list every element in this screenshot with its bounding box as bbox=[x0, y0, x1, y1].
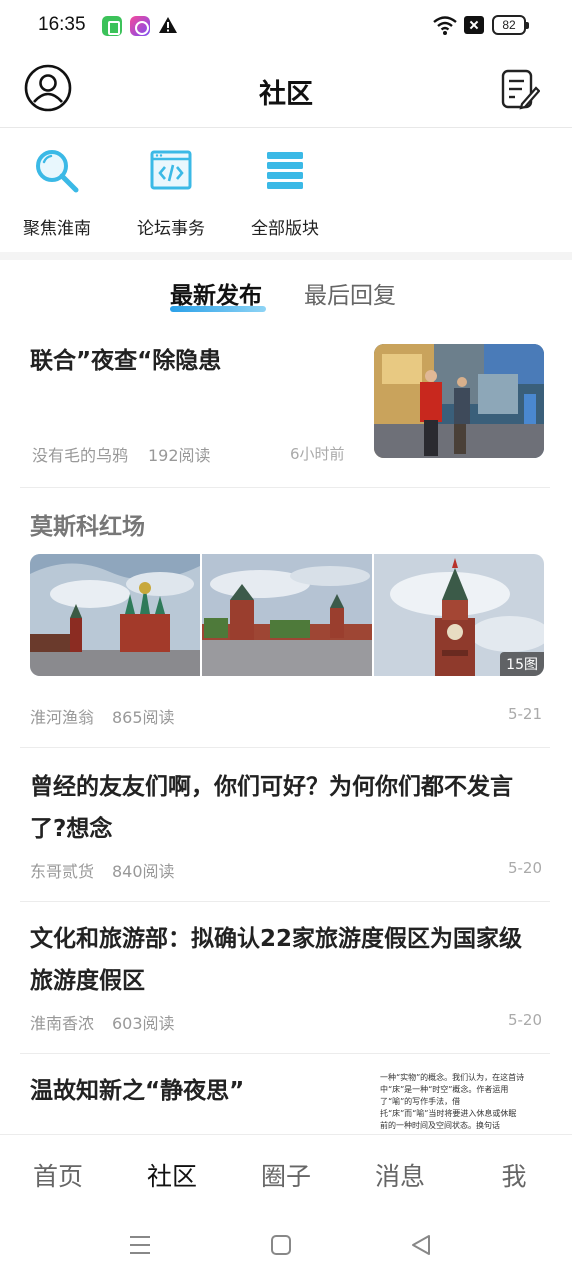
nav-me[interactable]: 我 bbox=[474, 1157, 554, 1193]
search-icon bbox=[36, 150, 79, 193]
post-title: 联合”夜查“除隐患 bbox=[30, 348, 222, 374]
post-item[interactable]: 温故知新之“静夜思” 一种“实物”的概念。我们认为，在这首诗 中“床”是一种“时… bbox=[20, 1054, 550, 1134]
post-item[interactable]: 莫斯科红场 15图 淮河渔翁 865阅读 5-21 bbox=[20, 488, 550, 748]
system-navigation-bar bbox=[0, 1214, 572, 1280]
battery-icon: 82 bbox=[492, 15, 529, 35]
shortcut-forum-affairs[interactable]: 论坛事务 bbox=[116, 128, 226, 248]
snippet-line: 中“床”是一种“时空”概念。作者运用 bbox=[380, 1085, 509, 1094]
page-title: 社区 bbox=[259, 79, 313, 110]
section-divider bbox=[0, 252, 572, 260]
snippet-line: 托“床”而“喻”当时将要进入休息或休眠 bbox=[380, 1109, 517, 1118]
gallery-images bbox=[30, 554, 544, 676]
post-text-thumbnail: 一种“实物”的概念。我们认为，在这首诗 中“床”是一种“时空”概念。作者运用 了… bbox=[380, 1072, 544, 1134]
post-item[interactable]: 文化和旅游部：拟确认22家旅游度假区为国家级旅游度假区 淮南香浓 603阅读 5… bbox=[20, 902, 550, 1054]
code-window-icon bbox=[150, 150, 192, 190]
post-read-count: 192阅读 bbox=[148, 446, 211, 465]
app-header: 社区 bbox=[0, 52, 572, 128]
shortcut-focus-huainan[interactable]: 聚焦淮南 bbox=[2, 128, 112, 248]
image-count-badge: 15图 bbox=[500, 652, 544, 676]
snippet-line: 了“喻”的写作手法，借 bbox=[380, 1097, 461, 1106]
post-read-count: 840阅读 bbox=[112, 862, 175, 881]
home-icon[interactable] bbox=[270, 1234, 292, 1256]
snippet-line: 前的一种时间及空间状态。换句话 bbox=[380, 1121, 500, 1130]
post-item[interactable]: 曾经的友友们啊，你们可好？为何你们都不发言了?想念 东哥贰货 840阅读 5-2… bbox=[20, 748, 550, 902]
post-time: 5-21 bbox=[507, 705, 542, 723]
wifi-icon bbox=[433, 16, 457, 35]
snippet-line: 一种“实物”的概念。我们认为，在这首诗 bbox=[380, 1073, 525, 1082]
tab-latest-posts[interactable]: 最新发布 bbox=[170, 276, 262, 310]
active-tab-indicator bbox=[170, 306, 266, 312]
post-image-gallery[interactable]: 15图 bbox=[30, 554, 544, 676]
post-author: 淮南香浓 bbox=[30, 1014, 95, 1033]
shortcut-label: 聚焦淮南 bbox=[23, 219, 91, 239]
list-icon bbox=[267, 152, 303, 189]
nav-home[interactable]: 首页 bbox=[18, 1157, 98, 1193]
warning-icon bbox=[159, 17, 177, 33]
shortcut-grid: 聚焦淮南 论坛事务 全部版块 bbox=[0, 128, 572, 254]
camera-app-notification-icon bbox=[130, 16, 150, 36]
post-read-count: 603阅读 bbox=[112, 1014, 175, 1033]
post-time: 5-20 bbox=[507, 1011, 542, 1029]
feed-tabs: 最新发布 最后回复 bbox=[0, 266, 572, 322]
post-read-count: 865阅读 bbox=[112, 708, 175, 727]
back-icon[interactable] bbox=[410, 1234, 432, 1256]
shortcut-label: 论坛事务 bbox=[137, 219, 205, 239]
nav-community[interactable]: 社区 bbox=[132, 1157, 212, 1193]
post-feed: 联合”夜查“除隐患 没有毛的乌鸦 192阅读 6小时前 莫斯科红场 15图 淮河… bbox=[0, 322, 572, 1134]
post-title: 温故知新之“静夜思” bbox=[30, 1078, 245, 1104]
post-title: 莫斯科红场 bbox=[30, 514, 145, 540]
post-time: 5-20 bbox=[507, 859, 542, 877]
menu-icon[interactable] bbox=[128, 1234, 152, 1256]
status-time: 16:35 bbox=[38, 14, 86, 35]
status-bar: 16:35 82 bbox=[0, 0, 572, 52]
compose-post-icon[interactable] bbox=[500, 68, 540, 112]
bottom-navigation: 首页 社区 圈子 消息 我 bbox=[0, 1134, 572, 1214]
shortcut-label: 全部版块 bbox=[251, 219, 319, 239]
post-author: 没有毛的乌鸦 bbox=[32, 446, 129, 465]
post-title: 曾经的友友们啊，你们可好？为何你们都不发言了?想念 bbox=[30, 774, 513, 842]
post-time: 6小时前 bbox=[290, 445, 345, 463]
no-sim-icon bbox=[464, 16, 484, 34]
tab-last-reply[interactable]: 最后回复 bbox=[304, 276, 396, 310]
shortcut-all-sections[interactable]: 全部版块 bbox=[230, 128, 340, 248]
app-notification-icon bbox=[102, 16, 122, 36]
post-author: 东哥贰货 bbox=[30, 862, 95, 881]
post-thumbnail bbox=[374, 344, 544, 458]
nav-circles[interactable]: 圈子 bbox=[246, 1157, 326, 1193]
nav-messages[interactable]: 消息 bbox=[360, 1157, 440, 1193]
post-author: 淮河渔翁 bbox=[30, 708, 95, 727]
post-title: 文化和旅游部：拟确认22家旅游度假区为国家级旅游度假区 bbox=[30, 926, 523, 994]
post-item[interactable]: 联合”夜查“除隐患 没有毛的乌鸦 192阅读 6小时前 bbox=[20, 322, 550, 488]
